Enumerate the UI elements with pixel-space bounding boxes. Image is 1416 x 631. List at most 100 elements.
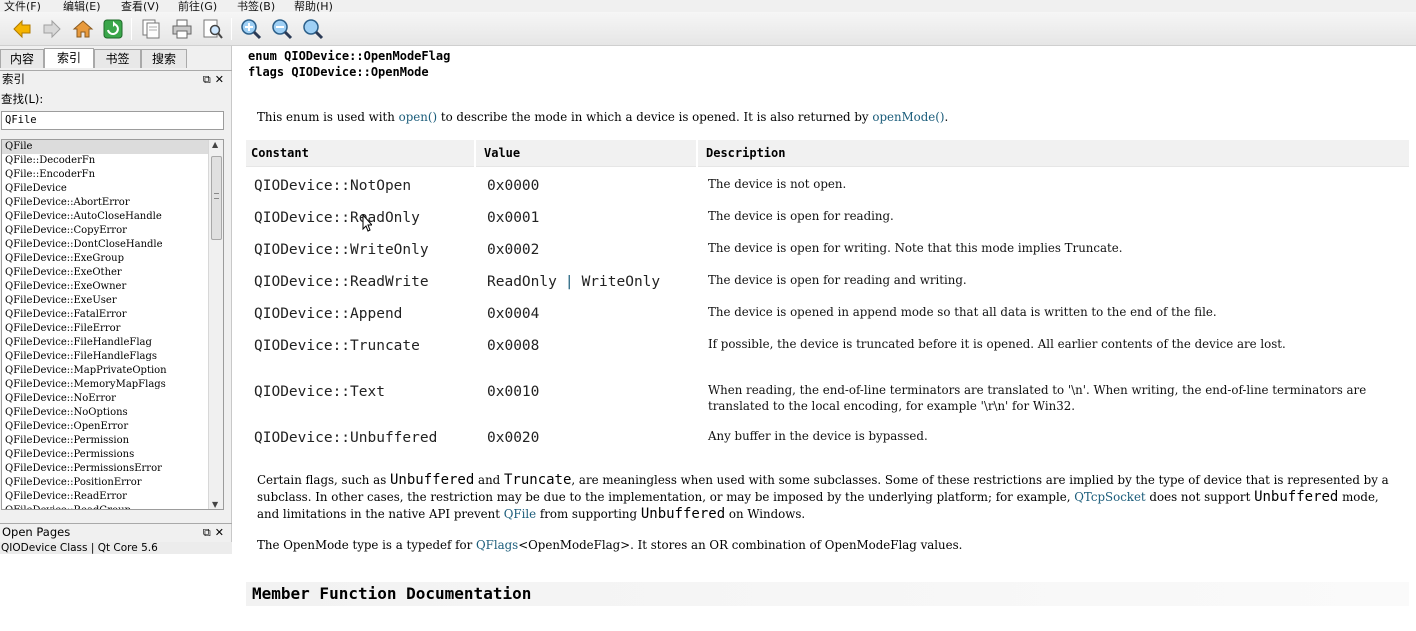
openmode-link[interactable]: openMode() <box>872 110 944 124</box>
unbuffered-code: Unbuffered <box>1254 489 1339 505</box>
qflags-link[interactable]: QFlags <box>476 538 518 552</box>
zoom-out-icon <box>272 19 293 40</box>
list-item[interactable]: QFileDevice::OpenError <box>2 420 208 434</box>
menu-file[interactable]: 文件(F) <box>4 0 41 12</box>
header-constant: Constant <box>251 146 309 160</box>
flags-declaration: flags QIODevice::OpenMode <box>248 65 429 79</box>
menu-view[interactable]: 查看(V) <box>121 0 159 12</box>
open-pages-label: Open Pages <box>2 525 71 539</box>
intro-text: This enum is used with <box>257 110 399 124</box>
description-cell: If possible, the device is truncated bef… <box>708 337 1286 351</box>
index-list[interactable]: QFile QFile::DecoderFn QFile::EncoderFn QFi… <box>1 139 224 510</box>
enum-declaration: enum QIODevice::OpenModeFlag <box>248 49 451 63</box>
list-item[interactable]: QFileDevice::AbortError <box>2 196 208 210</box>
copy-button[interactable] <box>139 17 163 41</box>
list-item[interactable]: QFileDevice::ExeOwner <box>2 280 208 294</box>
float-icon[interactable]: ⧉ <box>203 73 215 86</box>
close-icon[interactable]: ✕ <box>215 73 228 86</box>
value-cell: 0x0008 <box>487 338 540 354</box>
list-item[interactable]: QFileDevice::FileHandleFlags <box>2 350 208 364</box>
list-item[interactable]: QFileDevice::ReadError <box>2 490 208 504</box>
find-button[interactable] <box>201 17 225 41</box>
list-item[interactable]: QFileDevice::FileHandleFlag <box>2 336 208 350</box>
list-item[interactable]: QFileDevice <box>2 182 208 196</box>
menu-edit[interactable]: 编辑(E) <box>63 0 101 12</box>
constant-cell: QIODevice::ReadOnly <box>254 210 420 226</box>
list-item[interactable]: QFileDevice::FatalError <box>2 308 208 322</box>
list-item[interactable]: QFileDevice::DontCloseHandle <box>2 238 208 252</box>
tab-index[interactable]: 索引 <box>44 48 94 68</box>
menu-go[interactable]: 前往(G) <box>178 0 217 12</box>
forward-arrow-icon <box>43 19 61 39</box>
description-cell: The device is not open. <box>708 177 847 191</box>
list-item[interactable]: QFileDevice::PositionError <box>2 476 208 490</box>
scroll-down-icon[interactable]: ▼ <box>212 500 218 509</box>
list-item[interactable]: QFile::DecoderFn <box>2 154 208 168</box>
value-cell: 0x0000 <box>487 178 540 194</box>
zoom-reset-button[interactable] <box>301 17 325 41</box>
constant-cell: QIODevice::Truncate <box>254 338 420 354</box>
constant-cell: QIODevice::Append <box>254 306 403 322</box>
qfile-link[interactable]: QFile <box>504 507 536 521</box>
copy-icon <box>142 19 160 39</box>
note-paragraph: Certain flags, such as Unbuffered and Tr… <box>257 472 1397 523</box>
sidebar-tabs: 内容 索引 书签 搜索 <box>0 48 232 68</box>
tab-search[interactable]: 搜索 <box>141 49 187 68</box>
open-link[interactable]: open() <box>399 110 437 124</box>
qtcpsocket-link[interactable]: QTcpSocket <box>1074 490 1145 504</box>
doc-content: enum QIODevice::OpenModeFlag flags QIODe… <box>237 46 1416 631</box>
list-item[interactable]: QFileDevice::PermissionsError <box>2 462 208 476</box>
open-pages-list: QIODevice Class | Qt Core 5.6 <box>0 542 232 631</box>
intro-text: . <box>944 110 949 124</box>
list-item[interactable]: QFileDevice::Permissions <box>2 448 208 462</box>
constant-cell: QIODevice::ReadWrite <box>254 274 429 290</box>
note-text: and <box>474 473 504 487</box>
tab-bookmarks[interactable]: 书签 <box>94 49 141 68</box>
list-item[interactable]: QFileDevice::Permission <box>2 434 208 448</box>
close-icon[interactable]: ✕ <box>215 526 228 539</box>
menu-help[interactable]: 帮助(H) <box>294 0 333 12</box>
float-icon[interactable]: ⧉ <box>203 526 215 539</box>
open-page-item[interactable]: QIODevice Class | Qt Core 5.6 <box>0 542 232 554</box>
list-item[interactable]: QFileDevice::NoOptions <box>2 406 208 420</box>
note-text: from supporting <box>536 507 641 521</box>
list-item[interactable]: QFileDevice::ExeGroup <box>2 252 208 266</box>
list-item[interactable]: QFileDevice::ReadGroup <box>2 504 208 509</box>
list-item[interactable]: QFileDevice::MemoryMapFlags <box>2 378 208 392</box>
menu-bookmarks[interactable]: 书签(B) <box>237 0 275 12</box>
intro-paragraph: This enum is used with open() to describ… <box>257 109 1377 126</box>
zoom-in-button[interactable] <box>239 17 263 41</box>
list-item[interactable]: QFileDevice::FileError <box>2 322 208 336</box>
print-button[interactable] <box>170 17 194 41</box>
list-item[interactable]: QFileDevice::ExeUser <box>2 294 208 308</box>
forward-button[interactable] <box>40 17 64 41</box>
list-item[interactable]: QFile <box>2 140 208 154</box>
scroll-up-icon[interactable]: ▲ <box>212 140 218 149</box>
constant-cell: QIODevice::NotOpen <box>254 178 412 194</box>
toolbar <box>0 12 1416 46</box>
scroll-thumb[interactable] <box>211 156 222 240</box>
home-button[interactable] <box>71 17 95 41</box>
value-part: ReadOnly <box>487 274 557 290</box>
description-cell: The device is open for reading. <box>708 209 894 223</box>
list-item[interactable]: QFileDevice::ExeOther <box>2 266 208 280</box>
zoom-in-icon <box>241 19 262 40</box>
find-input[interactable]: QFile <box>1 111 224 130</box>
menubar: 文件(F) 编辑(E) 查看(V) 前往(G) 书签(B) 帮助(H) <box>0 0 1416 12</box>
open-pages-dock-title: Open Pages ⧉✕ <box>0 523 232 539</box>
note-text: Certain flags, such as <box>257 473 390 487</box>
home-icon <box>72 20 94 38</box>
description-cell: Any buffer in the device is bypassed. <box>708 429 928 443</box>
list-item[interactable]: QFile::EncoderFn <box>2 168 208 182</box>
value-cell: 0x0020 <box>487 430 540 446</box>
list-item[interactable]: QFileDevice::AutoCloseHandle <box>2 210 208 224</box>
sync-button[interactable] <box>101 17 125 41</box>
list-item[interactable]: QFileDevice::MapPrivateOption <box>2 364 208 378</box>
list-item[interactable]: QFileDevice::CopyError <box>2 224 208 238</box>
index-scrollbar[interactable]: ▲ ▼ <box>208 140 223 509</box>
back-button[interactable] <box>10 17 34 41</box>
table-header: Constant Value Description <box>246 140 1409 167</box>
tab-contents[interactable]: 内容 <box>0 49 44 68</box>
list-item[interactable]: QFileDevice::NoError <box>2 392 208 406</box>
zoom-out-button[interactable] <box>270 17 294 41</box>
